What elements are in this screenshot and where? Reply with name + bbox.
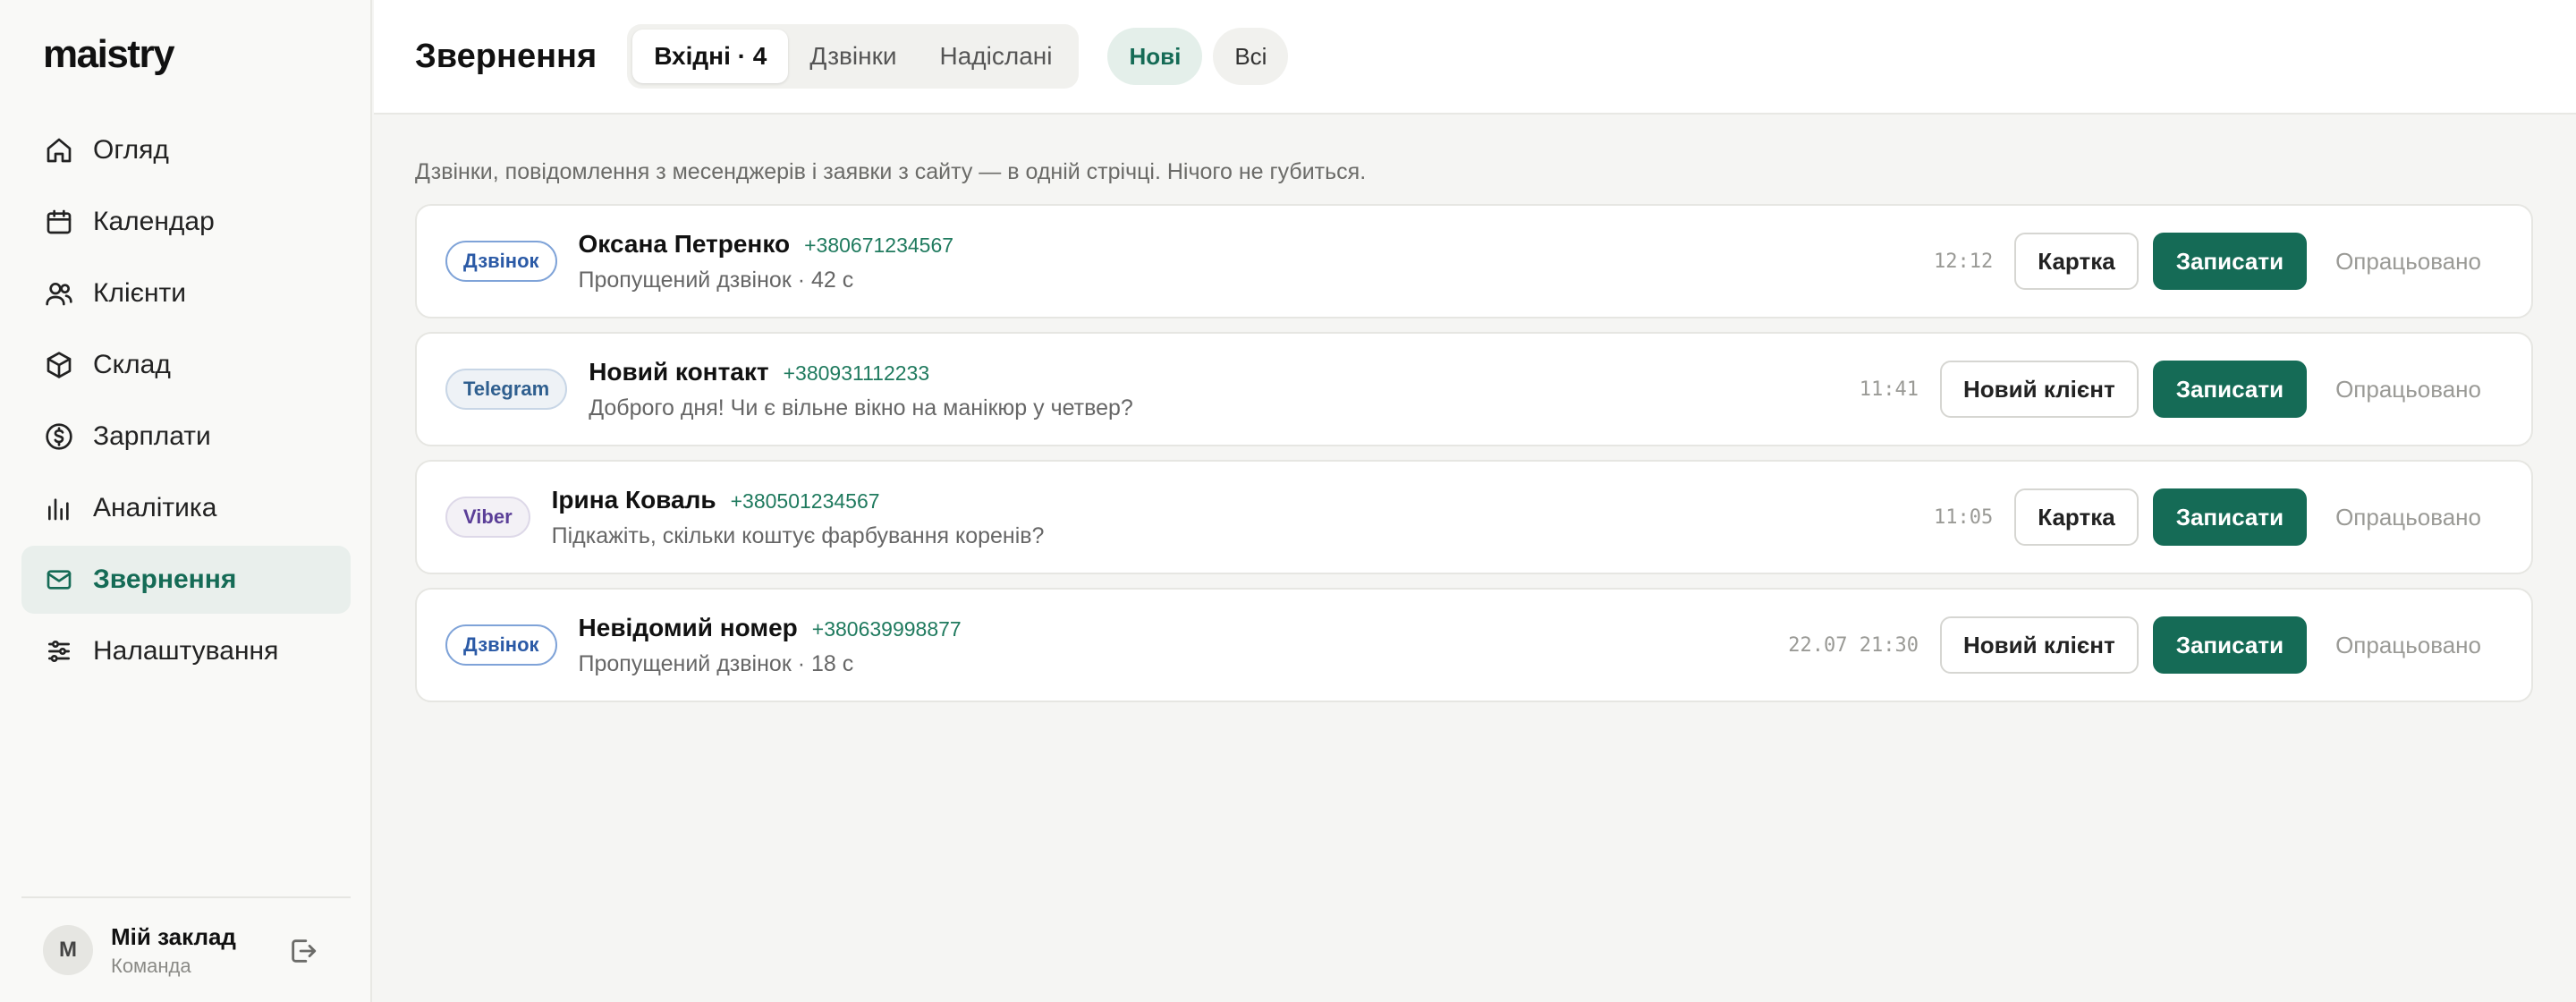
sidebar-item-warehouse[interactable]: Склад	[21, 331, 351, 399]
sidebar-item-label: Звернення	[93, 565, 237, 594]
table-row[interactable]: Дзвінок Невідомий номер +380639998877 Пр…	[415, 588, 2533, 702]
source-badge: Дзвінок	[445, 624, 557, 666]
account-panel: М Мій заклад Команда	[21, 896, 351, 1002]
sliders-icon	[43, 635, 75, 667]
new-client-button[interactable]: Новий клієнт	[1939, 361, 2139, 418]
timestamp: 11:41	[1859, 378, 1919, 401]
sidebar-item-calendar[interactable]: Календар	[21, 188, 351, 256]
new-client-button[interactable]: Новий клієнт	[1939, 616, 2139, 674]
contact-name: Новий контакт	[589, 357, 769, 386]
sidebar-item-clients[interactable]: Клієнти	[21, 259, 351, 327]
filter-all[interactable]: Всі	[1213, 28, 1289, 85]
page-subtitle: Дзвінки, повідомлення з месенджерів і за…	[415, 159, 1367, 184]
sidebar-item-overview[interactable]: Огляд	[21, 116, 351, 184]
row-actions: 22.07 21:30 Новий клієнт Записати Опраць…	[1788, 616, 2503, 674]
users-icon	[43, 277, 75, 310]
sidebar-nav: Огляд Календар Клієнти Склад Зарплати Ан…	[21, 116, 351, 689]
table-row[interactable]: Дзвінок Оксана Петренко +380671234567 Пр…	[415, 204, 2533, 318]
book-button[interactable]: Записати	[2152, 233, 2308, 290]
view-tabs: Вхідні · 4 Дзвінки Надіслані	[627, 24, 1080, 89]
sidebar-item-salaries[interactable]: Зарплати	[21, 403, 351, 471]
row-actions: 11:05 Картка Записати Опрацьовано	[1934, 488, 2503, 546]
tab-inbox[interactable]: Вхідні · 4	[632, 30, 789, 83]
home-icon	[43, 134, 75, 166]
contact-info: Оксана Петренко +380671234567 Пропущений…	[579, 230, 954, 293]
app-logo[interactable]: maistry	[43, 32, 175, 77]
source-badge: Telegram	[445, 369, 568, 410]
calendar-icon	[43, 206, 75, 238]
book-button[interactable]: Записати	[2152, 616, 2308, 674]
mark-processed-button[interactable]: Опрацьовано	[2314, 616, 2503, 674]
contact-phone[interactable]: +380671234567	[804, 234, 953, 258]
contact-info: Невідомий номер +380639998877 Пропущений…	[579, 614, 962, 677]
box-icon	[43, 349, 75, 381]
sidebar: maistry Огляд Календар Клієнти Склад Зар…	[0, 0, 372, 1002]
row-actions: 11:41 Новий клієнт Записати Опрацьовано	[1860, 361, 2503, 418]
card-button[interactable]: Картка	[2014, 233, 2139, 290]
table-row[interactable]: Telegram Новий контакт +380931112233 Доб…	[415, 332, 2533, 446]
message-preview: Пропущений дзвінок · 18 с	[578, 650, 854, 676]
source-badge: Viber	[445, 497, 530, 538]
timestamp: 22.07 21:30	[1788, 633, 1919, 657]
mark-processed-button[interactable]: Опрацьовано	[2314, 361, 2503, 418]
sidebar-item-settings[interactable]: Налаштування	[21, 617, 351, 685]
sidebar-item-label: Склад	[93, 350, 171, 379]
contact-info: Ірина Коваль +380501234567 Підкажіть, ск…	[552, 486, 1045, 549]
contact-name: Оксана Петренко	[578, 229, 791, 258]
contact-phone[interactable]: +380639998877	[812, 617, 962, 641]
sidebar-item-label: Зарплати	[93, 421, 211, 451]
tab-sent[interactable]: Надіслані	[919, 30, 1074, 83]
page-title: Звернення	[415, 37, 597, 75]
sidebar-item-label: Налаштування	[93, 636, 279, 666]
sidebar-item-label: Клієнти	[93, 278, 187, 308]
account-info: Мій заклад Команда	[111, 923, 236, 978]
dollar-icon	[43, 420, 75, 453]
contact-phone[interactable]: +380501234567	[731, 489, 880, 514]
contact-name: Невідомий номер	[578, 613, 798, 641]
sidebar-item-analytics[interactable]: Аналітика	[21, 474, 351, 542]
filter-new[interactable]: Нові	[1107, 28, 1203, 85]
contact-name: Ірина Коваль	[551, 485, 716, 514]
bar-chart-icon	[43, 492, 75, 524]
table-row[interactable]: Viber Ірина Коваль +380501234567 Підкажі…	[415, 460, 2533, 574]
top-bar: Звернення Вхідні · 4 Дзвінки Надіслані Н…	[374, 0, 2576, 115]
account-role: Команда	[111, 954, 191, 977]
row-actions: 12:12 Картка Записати Опрацьовано	[1934, 233, 2503, 290]
contact-info: Новий контакт +380931112233 Доброго дня!…	[589, 358, 1133, 421]
book-button[interactable]: Записати	[2152, 488, 2308, 546]
book-button[interactable]: Записати	[2152, 361, 2308, 418]
tab-calls[interactable]: Дзвінки	[788, 30, 918, 83]
timestamp: 12:12	[1934, 250, 1994, 273]
sidebar-item-requests[interactable]: Звернення	[21, 546, 351, 614]
source-badge: Дзвінок	[445, 241, 557, 282]
logout-icon[interactable]	[288, 936, 318, 966]
card-button[interactable]: Картка	[2014, 488, 2139, 546]
mark-processed-button[interactable]: Опрацьовано	[2314, 233, 2503, 290]
message-preview: Доброго дня! Чи є вільне вікно на манікю…	[589, 395, 1133, 420]
mark-processed-button[interactable]: Опрацьовано	[2314, 488, 2503, 546]
requests-list: Дзвінок Оксана Петренко +380671234567 Пр…	[415, 204, 2533, 716]
timestamp: 11:05	[1934, 505, 1994, 529]
mail-icon	[43, 564, 75, 596]
message-preview: Пропущений дзвінок · 42 с	[578, 267, 854, 293]
contact-phone[interactable]: +380931112233	[784, 361, 930, 386]
account-name: Мій заклад	[111, 922, 236, 950]
avatar[interactable]: М	[43, 925, 93, 975]
sidebar-item-label: Аналітика	[93, 493, 217, 522]
message-preview: Підкажіть, скільки коштує фарбування кор…	[551, 522, 1045, 548]
sidebar-item-label: Календар	[93, 207, 215, 236]
sidebar-item-label: Огляд	[93, 135, 169, 165]
